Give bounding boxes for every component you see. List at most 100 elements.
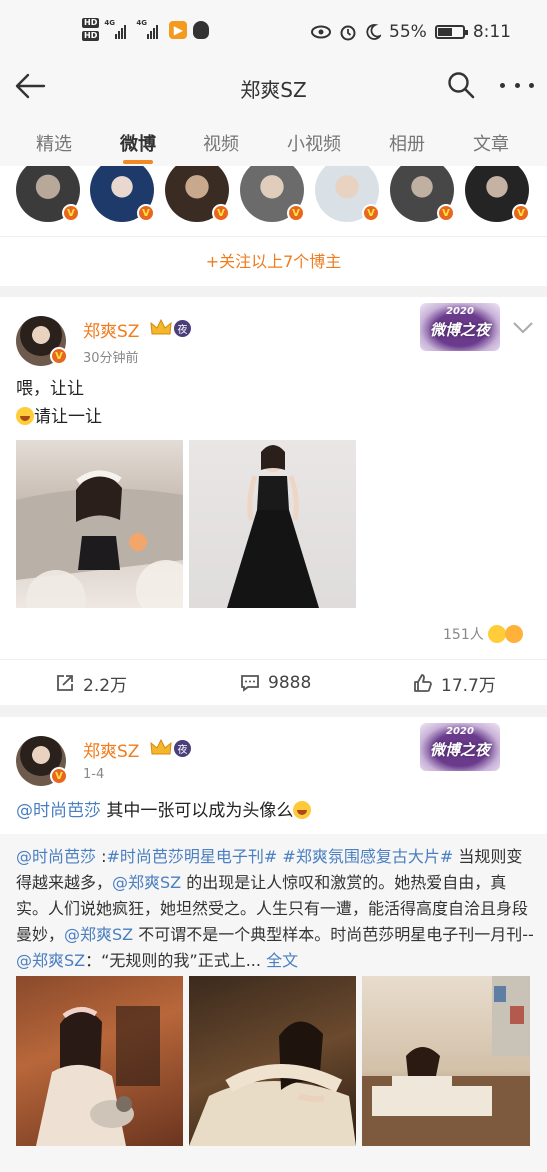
night-badge: 夜	[174, 740, 191, 757]
battery-percent: 55%	[389, 22, 427, 42]
mention-link[interactable]: @郑爽SZ	[64, 925, 133, 944]
retweet-photo[interactable]	[16, 976, 183, 1146]
verified-badge-icon: V	[212, 204, 230, 222]
post-text-line: 请让一让	[16, 403, 102, 431]
tab-articles[interactable]: 文章	[451, 130, 531, 156]
night-badge: 夜	[174, 320, 191, 337]
comment-icon	[241, 675, 259, 692]
search-icon	[448, 72, 475, 99]
thumbs-up-icon	[414, 674, 432, 692]
post-text-body: 其中一张可以成为头像么	[101, 801, 294, 821]
status-left: HD HD 4G 4G ▶	[82, 18, 210, 41]
signal-icon: 4G	[136, 18, 163, 39]
photo-content	[189, 1021, 356, 1146]
mention-link[interactable]: @郑爽SZ	[112, 873, 181, 892]
event-year: 2020	[446, 726, 474, 737]
signal-icon: 4G	[104, 18, 131, 39]
qq-icon	[193, 20, 210, 39]
recommended-accounts: V V V V V V V	[0, 166, 547, 236]
eye-icon	[311, 25, 332, 39]
app-header: 郑爽SZ	[0, 64, 547, 108]
video-app-icon: ▶	[169, 20, 188, 39]
verified-badge-icon: V	[62, 204, 80, 222]
verified-badge-icon: V	[362, 204, 380, 222]
mention-link[interactable]: @郑爽SZ	[16, 951, 85, 970]
active-tab-indicator	[123, 160, 153, 164]
more-button[interactable]	[500, 72, 534, 98]
photo-content	[16, 470, 183, 608]
event-badge[interactable]: 2020 微博之夜	[420, 303, 500, 351]
reactions-count: 151人	[443, 627, 484, 643]
comment-count: 9888	[268, 673, 312, 693]
tab-album[interactable]: 相册	[367, 130, 447, 156]
tab-video[interactable]: 视频	[181, 130, 261, 156]
more-dots-icon	[500, 82, 505, 88]
hd-indicators: HD HD	[82, 18, 100, 41]
retweet-text-seg: 不可谓不是一个典型样本。时尚芭莎明星电子刊一月刊--	[133, 925, 534, 944]
retweet-text-seg: ：“无规则的我”正式上...	[85, 951, 261, 970]
mention-link[interactable]: @时尚芭莎	[16, 801, 101, 821]
verified-badge-icon: V	[437, 204, 455, 222]
post-text-line: 喂，让让	[16, 379, 84, 399]
repost-button[interactable]: 2.2万	[55, 660, 127, 706]
author-name[interactable]: 郑爽SZ	[83, 737, 139, 762]
event-badge[interactable]: 2020 微博之夜	[420, 723, 500, 771]
repost-count: 2.2万	[83, 675, 128, 696]
retweet-author[interactable]: @时尚芭莎	[16, 847, 96, 866]
comment-button[interactable]: 9888	[240, 660, 311, 706]
photo-content	[362, 976, 530, 1146]
chevron-down-icon[interactable]	[512, 321, 534, 335]
status-bar: HD HD 4G 4G ▶ 55% 8:11	[0, 0, 547, 64]
tab-featured[interactable]: 精选	[14, 130, 94, 156]
crown-icon	[150, 319, 172, 335]
post-card: V 郑爽SZ 夜 30分钟前 2020 微博之夜 喂，让让 请让一让 151人 …	[0, 297, 547, 705]
retweet-text: @时尚芭莎 :#时尚芭莎明星电子刊# #郑爽氛围感复古大片# 当规则变得越来越多…	[16, 847, 534, 970]
post-text: @时尚芭莎 其中一张可以成为头像么	[16, 797, 312, 825]
moon-icon	[366, 24, 382, 40]
post-text: 喂，让让 请让一让	[16, 375, 102, 431]
like-button[interactable]: 17.7万	[413, 660, 496, 706]
verified-badge-icon: V	[137, 204, 155, 222]
hashtag-link[interactable]: #郑爽氛围感复古大片#	[282, 847, 453, 866]
network-type: 4G	[136, 18, 147, 27]
retweet-block[interactable]: @时尚芭莎 :#时尚芭莎明星电子刊# #郑爽氛围感复古大片# 当规则变得越来越多…	[0, 834, 547, 1172]
event-year: 2020	[446, 306, 474, 317]
tab-short-video[interactable]: 小视频	[274, 130, 354, 156]
battery-icon	[434, 25, 468, 39]
post-actions: 2.2万 9888 17.7万	[0, 659, 547, 705]
post-photo[interactable]	[189, 440, 356, 608]
crown-icon	[150, 739, 172, 755]
hd-badge: HD	[82, 31, 100, 41]
follow-all-button[interactable]: +关注以上7个博主	[0, 236, 547, 286]
post-text-line: 请让一让	[34, 407, 102, 427]
dizzy-emoji-icon	[504, 625, 523, 643]
repost-icon	[57, 675, 73, 691]
post-time: 30分钟前	[83, 351, 139, 366]
verified-badge-icon: V	[50, 347, 68, 365]
event-name: 微博之夜	[429, 741, 490, 759]
laugh-emoji-icon	[16, 407, 34, 425]
clock: 8:11	[472, 22, 511, 42]
reactions-summary[interactable]: 151人	[443, 624, 523, 644]
alarm-icon	[340, 25, 356, 41]
photo-content	[227, 445, 319, 608]
crying-emoji-icon	[293, 801, 312, 819]
post-photo[interactable]	[16, 440, 183, 608]
profile-tabs: 精选 微博 视频 小视频 相册 文章	[0, 108, 547, 166]
laugh-emoji-icon	[487, 625, 506, 643]
retweet-photo[interactable]	[189, 976, 356, 1146]
author-name[interactable]: 郑爽SZ	[83, 317, 139, 342]
search-button[interactable]	[446, 70, 476, 100]
post-time: 1-4	[83, 767, 105, 782]
network-type: 4G	[104, 18, 115, 27]
verified-badge-icon: V	[287, 204, 305, 222]
hd-badge: HD	[82, 18, 100, 28]
hashtag-link[interactable]: #时尚芭莎明星电子刊#	[107, 847, 278, 866]
status-right: 55% 8:11	[311, 22, 511, 42]
photo-content	[36, 1006, 160, 1146]
verified-badge-icon: V	[50, 767, 68, 785]
tab-weibo[interactable]: 微博	[98, 130, 178, 156]
retweet-photo[interactable]	[362, 976, 530, 1146]
like-count: 17.7万	[441, 675, 496, 696]
full-text-link[interactable]: 全文	[266, 951, 298, 970]
